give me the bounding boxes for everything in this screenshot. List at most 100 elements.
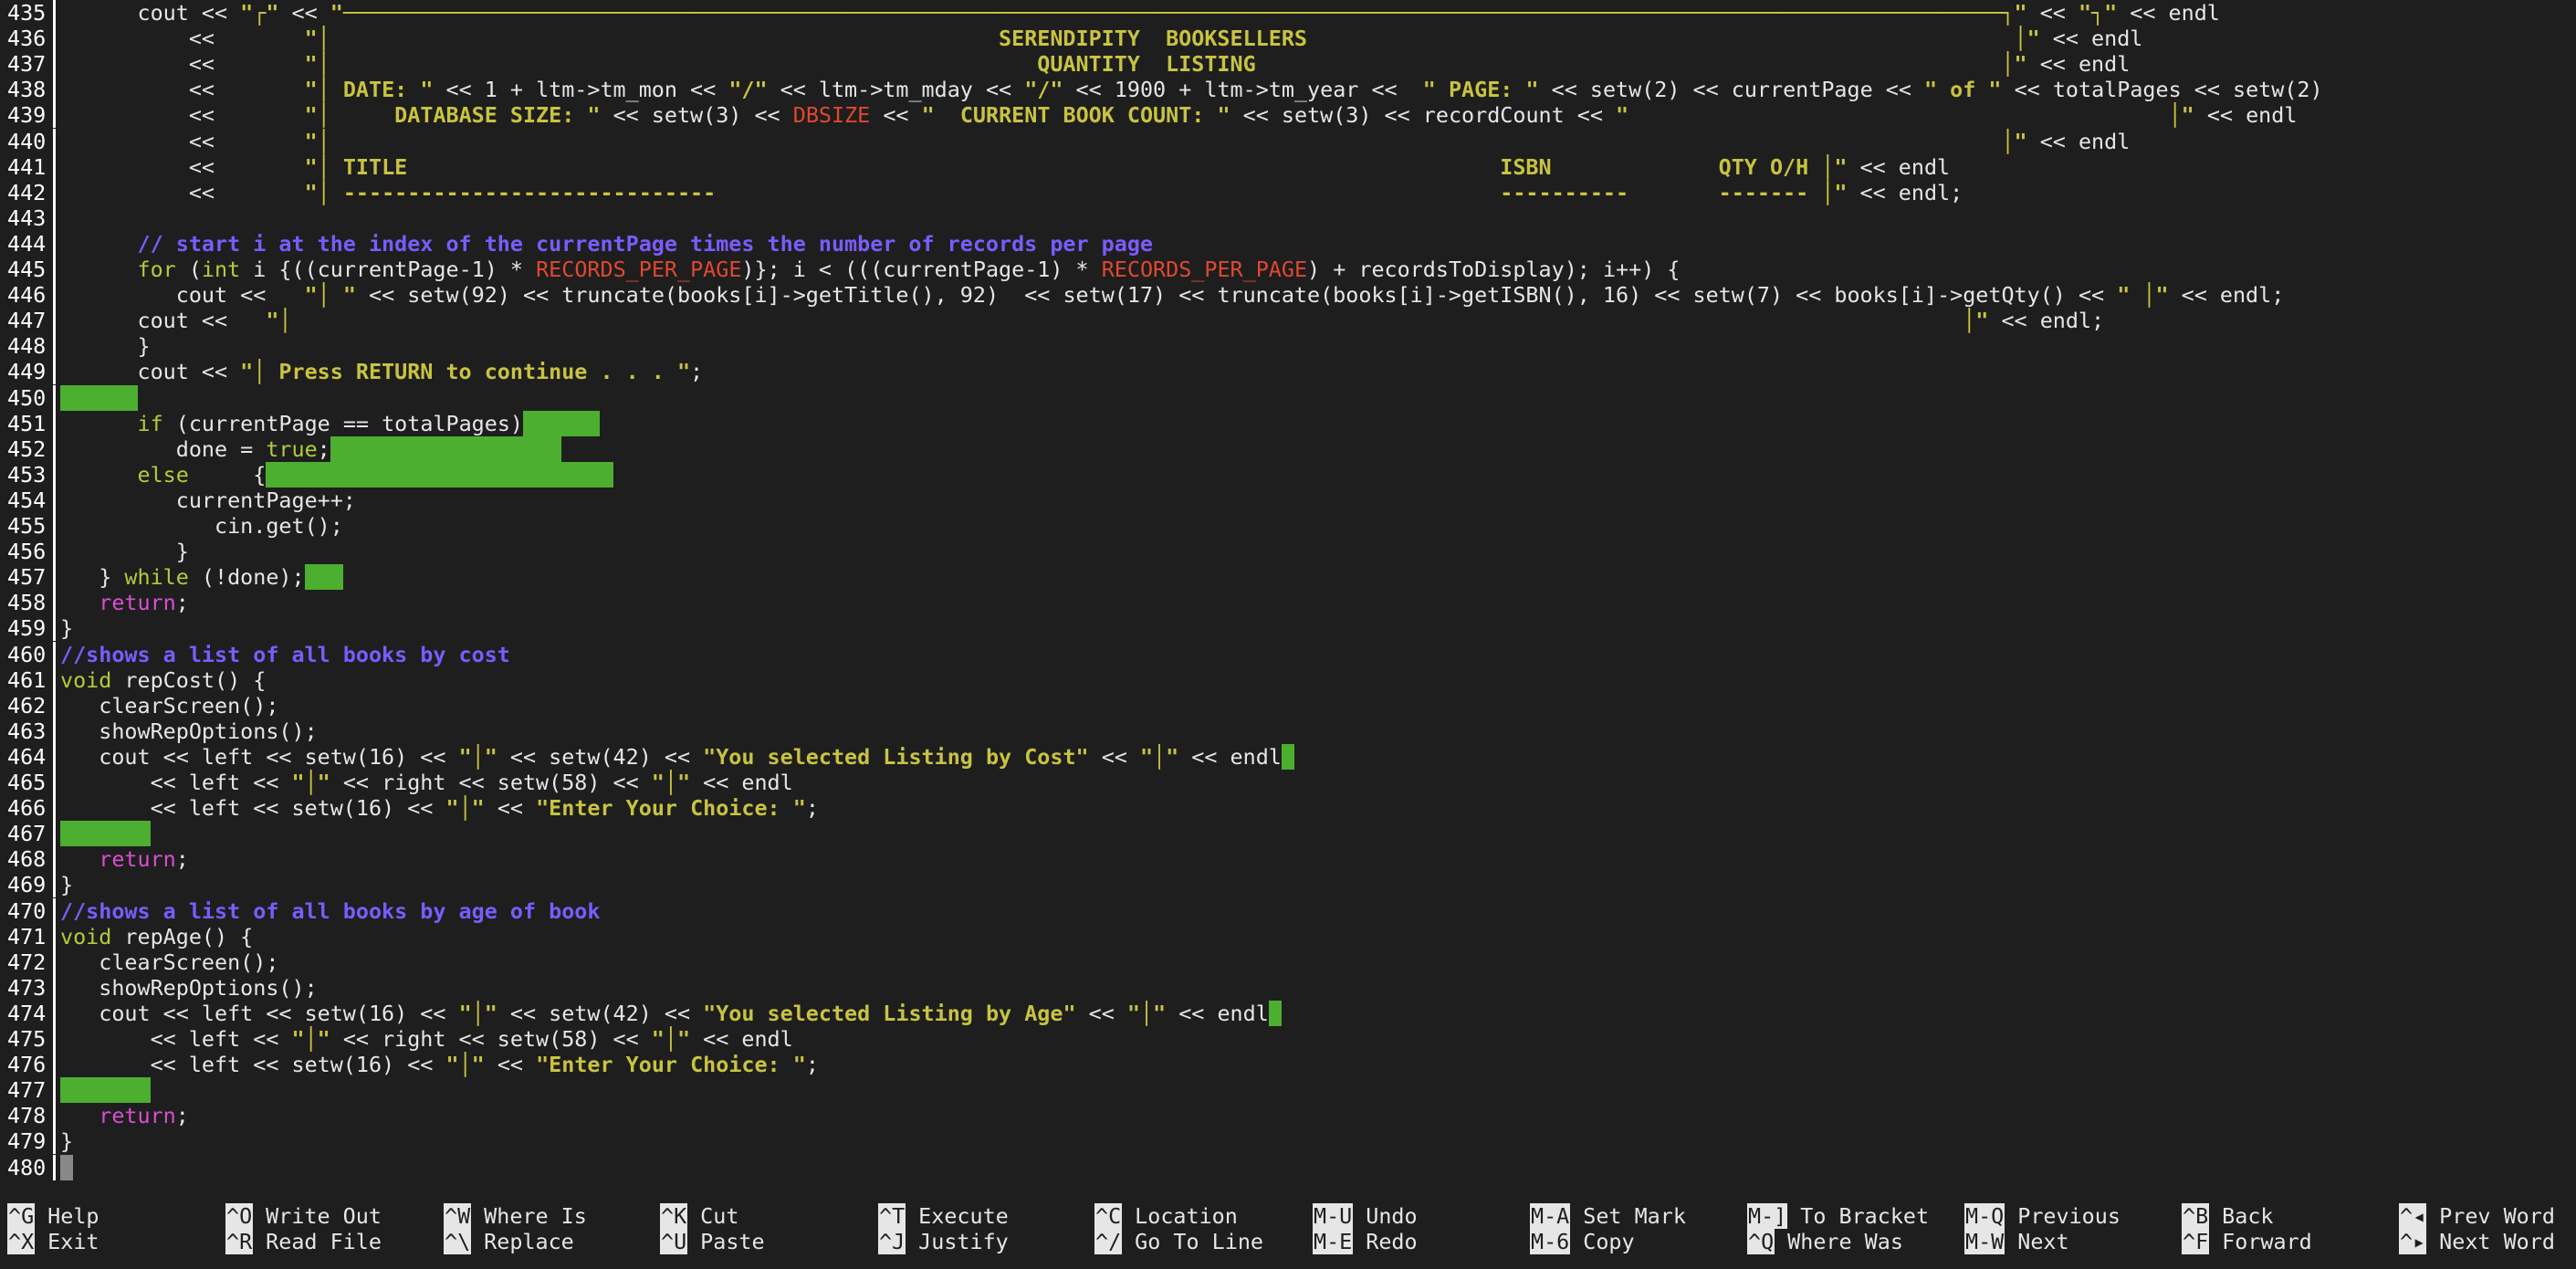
code-line[interactable]: 476 << left << setw(16) << "│" << "Enter… [0,1052,2576,1078]
shortcut-go-to-line[interactable]: ^/ Go To Line [1094,1229,1263,1254]
code-text[interactable]: cin.get(); [60,513,343,539]
code-line[interactable]: 462 clearScreen(); [0,692,2576,718]
code-line[interactable]: 459} [0,615,2576,642]
code-text[interactable]: return; [60,590,189,615]
code-text[interactable]: void repAge() { [60,924,253,949]
code-line[interactable]: 472 clearScreen(); [0,949,2576,975]
shortcut-set-mark[interactable]: M-A Set Mark [1530,1203,1686,1229]
shortcut-cut[interactable]: ^K Cut [660,1203,738,1229]
code-line[interactable]: 456 } [0,539,2576,565]
code-line[interactable]: 469} [0,872,2576,898]
code-line[interactable]: 440 << "│ │" << endl [0,128,2576,154]
code-text[interactable]: } [60,1128,73,1154]
code-line[interactable]: 450 [0,384,2576,411]
code-text[interactable] [60,821,151,847]
code-text[interactable] [60,1154,74,1180]
code-text[interactable]: //shows a list of all books by cost [60,642,510,667]
code-text[interactable]: if (currentPage == totalPages) [60,410,601,436]
shortcut-help[interactable]: ^G Help [7,1203,99,1229]
code-text[interactable]: } while (!done); [60,564,343,591]
shortcut-paste[interactable]: ^U Paste [660,1229,765,1254]
code-line[interactable]: 454 currentPage++; [0,487,2576,513]
code-line[interactable]: 445 for (int i {((currentPage-1) * RECOR… [0,257,2576,282]
shortcut-forward[interactable]: ^F Forward [2182,1229,2312,1254]
code-line[interactable]: 478 return; [0,1103,2576,1129]
code-line[interactable]: 453 else { [0,461,2576,488]
code-text[interactable]: done = true; [60,435,562,462]
code-text[interactable]: currentPage++; [60,488,356,513]
code-line[interactable]: 452 done = true; [0,435,2576,462]
code-line[interactable]: 451 if (currentPage == totalPages) [0,410,2576,436]
code-line[interactable]: 477 [0,1077,2576,1104]
code-text[interactable]: << "│ QUANTITY LISTING │" << endl [60,51,2130,77]
shortcut-where-is[interactable]: ^W Where Is [444,1203,587,1229]
shortcut-back[interactable]: ^B Back [2182,1203,2274,1229]
code-line[interactable]: 479} [0,1128,2576,1155]
code-text[interactable]: << "│ SERENDIPITY BOOKSELLERS │" << endl [60,26,2143,51]
shortcut-redo[interactable]: M-E Redo [1313,1229,1418,1254]
code-line[interactable]: 460//shows a list of all books by cost [0,641,2576,667]
code-line[interactable]: 475 << left << "│" << right << setw(58) … [0,1026,2576,1052]
code-line[interactable]: 461 void repCost() { [0,666,2576,693]
code-line[interactable]: 473 showRepOptions(); [0,974,2576,1001]
code-text[interactable]: } [60,872,73,897]
code-text[interactable]: cout << "│ " << setw(92) << truncate(boo… [60,282,2285,308]
code-text[interactable]: << "│ TITLE ISBN QTY O/H │" << endl [60,154,1950,180]
code-line[interactable]: 480 [0,1154,2576,1180]
code-line[interactable]: 468 return; [0,846,2576,873]
shortcut-next[interactable]: M-W Next [1964,1229,2069,1254]
code-text[interactable]: << "│ ----------------------------- ----… [60,180,1963,205]
code-line[interactable]: 466 << left << setw(16) << "│" << "Enter… [0,795,2576,822]
shortcut-undo[interactable]: M-U Undo [1313,1203,1418,1229]
shortcut-exit[interactable]: ^X Exit [7,1229,99,1254]
shortcut-where-was[interactable]: ^Q Where Was [1747,1229,1903,1254]
shortcut-write-out[interactable]: ^O Write Out [225,1203,382,1229]
shortcut-previous[interactable]: M-Q Previous [1964,1203,2120,1229]
code-line[interactable]: 463 showRepOptions(); [0,718,2576,744]
code-text[interactable]: return; [60,846,189,872]
code-line[interactable]: 443 [0,205,2576,231]
code-text[interactable]: else { [60,461,613,488]
code-text[interactable]: void repCost() { [60,667,266,693]
code-line[interactable]: 465 << left << "│" << right << setw(58) … [0,770,2576,795]
code-line[interactable]: 441 << "│ TITLE ISBN QTY O/H │" << endl [0,153,2576,180]
code-text[interactable]: cout << "│ Press RETURN to continue . . … [60,359,703,384]
code-text[interactable]: showRepOptions(); [60,975,317,1001]
shortcut-copy[interactable]: M-6 Copy [1530,1229,1635,1254]
code-text[interactable] [60,1077,151,1104]
shortcut-replace[interactable]: ^\ Replace [444,1229,574,1254]
code-text[interactable]: } [60,333,150,359]
code-line[interactable]: 437 << "│ QUANTITY LISTING │" << endl [0,51,2576,78]
code-line[interactable]: 457 } while (!done); [0,564,2576,591]
code-text[interactable]: << left << setw(16) << "│" << "Enter You… [60,1052,819,1077]
code-text[interactable]: clearScreen(); [60,949,278,975]
code-text[interactable]: << left << "│" << right << setw(58) << "… [60,1026,793,1052]
code-line[interactable]: 446 cout << "│ " << setw(92) << truncate… [0,282,2576,309]
code-line[interactable]: 455 cin.get(); [0,513,2576,539]
code-text[interactable]: } [60,539,189,564]
shortcut-read-file[interactable]: ^R Read File [225,1229,382,1254]
code-line[interactable]: 471 void repAge() { [0,923,2576,949]
code-text[interactable]: cout << "│ │" << endl; [60,308,2104,333]
code-line[interactable]: 438 << "│ DATE: " << 1 + ltm->tm_mon << … [0,77,2576,103]
code-text[interactable]: return; [60,1103,189,1128]
code-line[interactable]: 474 cout << left << setw(16) << "│" << s… [0,1000,2576,1026]
code-text[interactable]: // start i at the index of the currentPa… [60,231,1153,257]
code-line[interactable]: 448 } [0,333,2576,360]
code-text[interactable] [60,384,138,411]
shortcut-location[interactable]: ^C Location [1094,1203,1238,1229]
shortcut-to-bracket[interactable]: M-] To Bracket [1747,1203,1929,1229]
code-line[interactable]: 464 cout << left << setw(16) << "│" << s… [0,743,2576,770]
code-text[interactable]: clearScreen(); [60,693,278,718]
code-text[interactable]: } [60,615,73,641]
code-text[interactable]: << "│ DATABASE SIZE: " << setw(3) << DBS… [60,102,2298,128]
code-line[interactable]: 467 [0,821,2576,847]
code-line[interactable]: 449 cout << "│ Press RETURN to continue … [0,359,2576,385]
shortcut-justify[interactable]: ^J Justify [878,1229,1009,1254]
code-line[interactable]: 458 return; [0,590,2576,616]
code-text[interactable]: cout << left << setw(16) << "│" << setw(… [60,743,1294,770]
code-line[interactable]: 435 cout << "┌" << "────────────────────… [0,0,2576,26]
code-text[interactable]: cout << "┌" << "────────────────────────… [60,0,2219,26]
shortcut-execute[interactable]: ^T Execute [878,1203,1009,1229]
code-line[interactable]: 442 << "│ ----------------------------- … [0,179,2576,205]
